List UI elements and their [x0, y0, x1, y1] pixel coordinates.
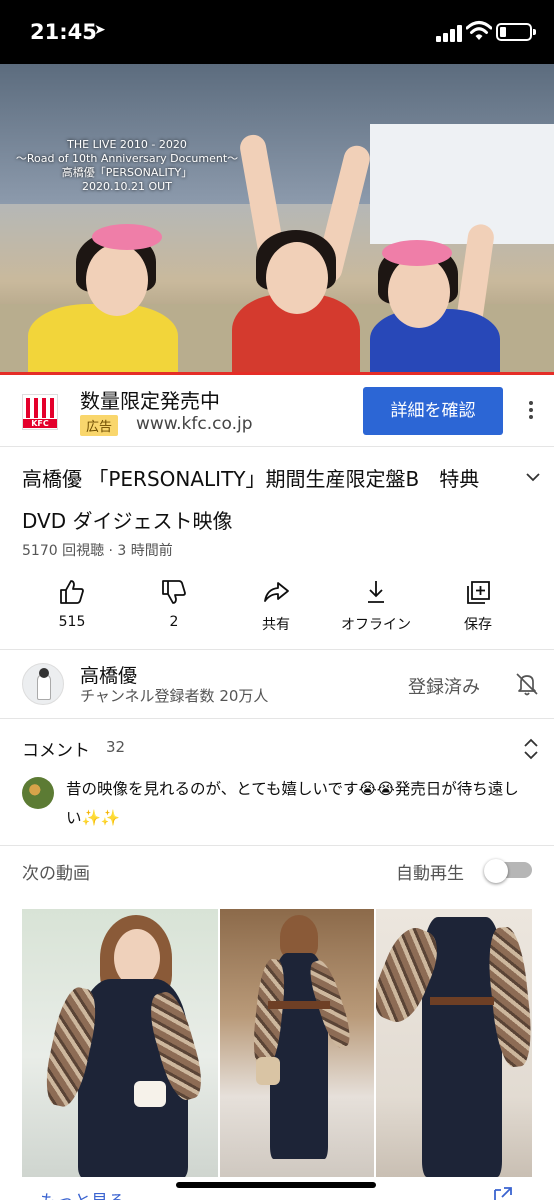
channel-avatar[interactable]: [22, 663, 64, 705]
video-meta: 5170 回視聴 · 3 時間前: [22, 543, 173, 559]
like-button[interactable]: 515: [26, 574, 118, 630]
next-video-thumbnail[interactable]: [22, 909, 532, 1177]
download-button[interactable]: オフライン: [330, 574, 422, 634]
ad-title: 数量限定発売中: [80, 389, 220, 413]
action-row: 515 2 共有 オフライン 保存: [0, 574, 554, 650]
more-vert-icon[interactable]: [524, 401, 538, 423]
channel-subscribers: チャンネル登録者数 20万人: [80, 687, 269, 705]
autoplay-label: 自動再生: [396, 864, 464, 884]
kfc-logo: KFC: [22, 394, 58, 430]
ad-badge: 広告: [80, 415, 119, 436]
ad-banner[interactable]: KFC 数量限定発売中 広告 www.kfc.co.jp 詳細を確認: [0, 375, 554, 447]
video-player[interactable]: THE LIVE 2010 - 2020 〜Road of 10th Anniv…: [0, 64, 554, 375]
up-next-header: 次の動画 自動再生: [0, 847, 554, 897]
subscribed-button[interactable]: 登録済み: [408, 673, 480, 699]
share-icon: [264, 582, 289, 602]
up-next-label: 次の動画: [22, 864, 90, 884]
open-external-icon[interactable]: [492, 1187, 512, 1200]
autoplay-toggle[interactable]: [484, 859, 532, 883]
bottom-bar: もっと見る: [0, 1177, 554, 1200]
expand-icon[interactable]: [522, 738, 540, 760]
channel-name[interactable]: 高橋優: [80, 661, 137, 688]
cellular-signal-icon: [436, 24, 464, 42]
location-arrow-icon: ➤: [94, 22, 106, 38]
video-overlay-text: THE LIVE 2010 - 2020 〜Road of 10th Anniv…: [15, 138, 239, 193]
battery-low-icon: [496, 23, 536, 41]
status-bar: 21:45 ➤: [0, 0, 554, 64]
comments-heading: コメント: [22, 741, 90, 761]
comments-section[interactable]: コメント 32 昔の映像を見れるのが、とても嬉しいです😭😭発売日が待ち遠しい✨✨: [0, 720, 554, 846]
dislike-button[interactable]: 2: [128, 574, 220, 630]
comments-count: 32: [106, 738, 126, 756]
share-button[interactable]: 共有: [230, 574, 322, 634]
home-indicator[interactable]: [176, 1182, 376, 1188]
ad-cta-button[interactable]: 詳細を確認: [363, 387, 503, 435]
commenter-avatar: [22, 777, 54, 809]
add-to-playlist-icon: [467, 581, 490, 604]
status-time: 21:45: [30, 20, 97, 44]
chevron-down-icon[interactable]: [526, 470, 540, 484]
thumbs-up-icon: [60, 580, 84, 604]
save-button[interactable]: 保存: [432, 574, 524, 634]
channel-row[interactable]: 高橋優 チャンネル登録者数 20万人 登録済み: [0, 651, 554, 719]
thumbs-down-icon: [162, 580, 186, 604]
ad-url: www.kfc.co.jp: [136, 414, 253, 434]
top-comment: 昔の映像を見れるのが、とても嬉しいです😭😭発売日が待ち遠しい✨✨: [66, 780, 519, 827]
more-link[interactable]: もっと見る: [40, 1187, 125, 1200]
bell-off-icon[interactable]: [514, 671, 540, 697]
wifi-icon: [466, 21, 492, 40]
download-icon: [368, 581, 384, 603]
video-title: 高橋優 「PERSONALITY」期間生産限定盤B 特典DVD ダイジェスト映像: [22, 467, 480, 533]
